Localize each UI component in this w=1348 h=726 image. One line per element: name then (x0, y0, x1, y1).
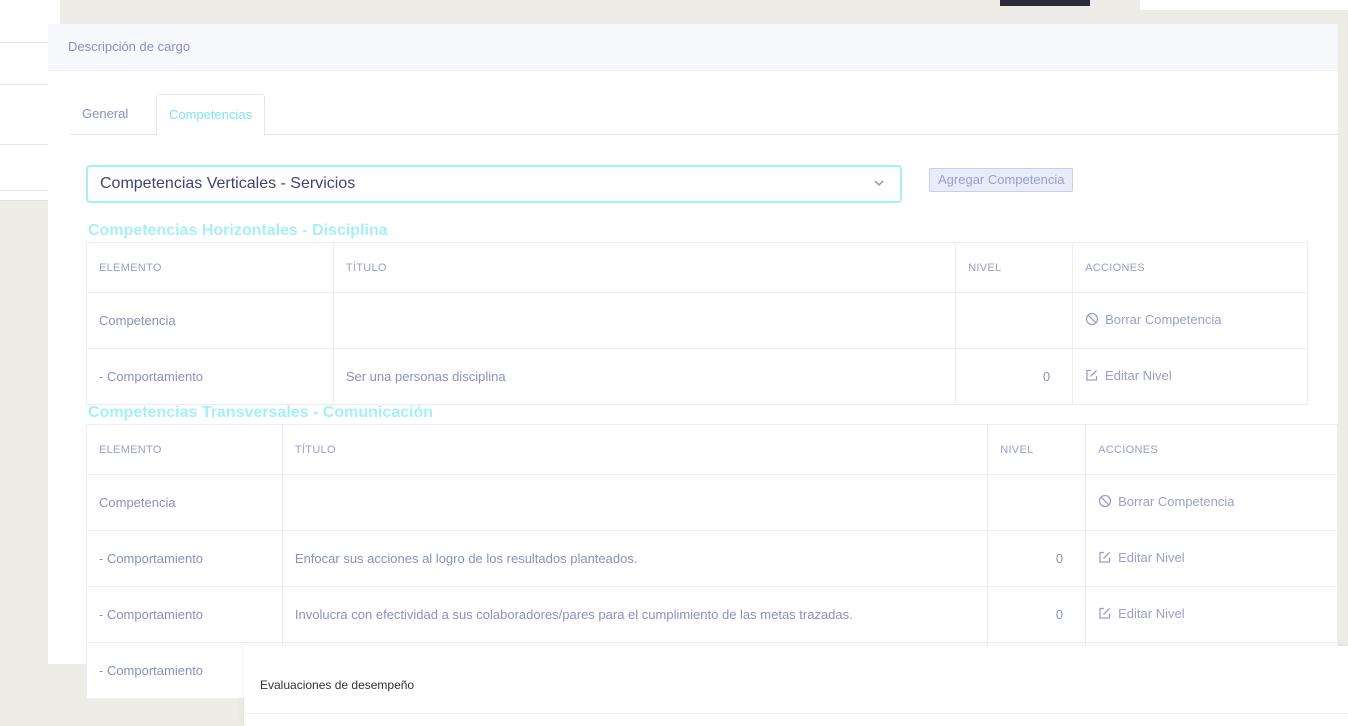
background-card (1140, 0, 1348, 10)
section-title: Competencias Transversales - Comunicació… (88, 404, 434, 421)
delete-competency-button[interactable]: Borrar Competencia (1098, 494, 1234, 509)
action-label: Editar Nivel (1105, 367, 1172, 383)
cell-elemento: Competencia (86, 292, 334, 349)
column-header: ELEMENTO (86, 242, 334, 293)
block-icon (1085, 313, 1099, 326)
cell-nivel: 0 (955, 348, 1074, 405)
cell-acciones: Editar Nivel (1072, 348, 1308, 405)
background-strip (1000, 0, 1090, 6)
section-title: Competencias Horizontales - Disciplina (88, 222, 388, 239)
table-row: Competencia Borrar Competencia (86, 292, 1308, 349)
job-description-panel: Descripción de cargo General Competencia… (48, 24, 1338, 699)
action-label: Editar Nivel (1118, 549, 1185, 565)
cell-nivel: 0 (987, 530, 1087, 587)
cell-elemento: - Comportamiento (86, 530, 283, 587)
add-competency-button[interactable]: Agregar Competencia (929, 168, 1074, 192)
cell-nivel (955, 292, 1074, 349)
cell-elemento: Competencia (86, 474, 283, 531)
card-title: Evaluaciones de desempeño (260, 678, 415, 692)
table-row: Competencia Borrar Competencia (86, 474, 1338, 531)
cell-titulo (332, 292, 957, 349)
cell-titulo: Involucra con efectividad a sus colabora… (281, 586, 989, 643)
panel-title: Descripción de cargo (48, 24, 1338, 71)
edit-icon (1086, 370, 1098, 381)
competency-select-value: Competencias Verticales - Servicios (100, 175, 356, 192)
column-header: TÍTULO (332, 242, 957, 293)
cell-acciones: Borrar Competencia (1085, 474, 1338, 531)
column-header: NIVEL (987, 424, 1087, 475)
cell-acciones: Borrar Competencia (1072, 292, 1308, 349)
table-row: - Comportamiento Ser una personas discip… (86, 348, 1308, 405)
competency-select[interactable]: Competencias Verticales - Servicios (86, 165, 902, 203)
performance-evaluations-card: Evaluaciones de desempeño (244, 646, 1348, 726)
action-label: Borrar Competencia (1105, 311, 1222, 327)
cell-titulo: Ser una personas disciplina (332, 348, 957, 405)
edit-icon (1099, 608, 1111, 619)
cell-titulo (281, 474, 989, 531)
column-header: NIVEL (955, 242, 1074, 293)
cell-elemento: - Comportamiento (86, 586, 283, 643)
cell-nivel (987, 474, 1087, 531)
table-row: - Comportamiento Enfocar sus acciones al… (86, 530, 1338, 587)
column-header: ACCIONES (1072, 242, 1308, 293)
divider (244, 713, 1348, 714)
table-header-row: ELEMENTO TÍTULO NIVEL ACCIONES (86, 424, 1338, 475)
cell-nivel: 0 (987, 586, 1087, 643)
delete-competency-button[interactable]: Borrar Competencia (1085, 312, 1221, 327)
edit-level-button[interactable]: Editar Nivel (1085, 367, 1172, 383)
tab-bar: General Competencias (70, 94, 1338, 136)
column-header: ACCIONES (1085, 424, 1338, 475)
tab-general[interactable]: General (70, 94, 140, 134)
cell-acciones: Editar Nivel (1085, 530, 1338, 587)
action-label: Editar Nivel (1118, 605, 1185, 621)
cell-elemento: - Comportamiento (86, 348, 334, 405)
column-header: TÍTULO (281, 424, 989, 475)
block-icon (1098, 495, 1112, 508)
cell-titulo: Enfocar sus acciones al logro de los res… (281, 530, 989, 587)
column-header: ELEMENTO (86, 424, 283, 475)
cell-acciones: Editar Nivel (1085, 586, 1338, 643)
competency-table: ELEMENTO TÍTULO NIVEL ACCIONES Competenc… (86, 242, 1308, 405)
table-header-row: ELEMENTO TÍTULO NIVEL ACCIONES (86, 242, 1308, 293)
edit-level-button[interactable]: Editar Nivel (1098, 549, 1185, 565)
edit-level-button[interactable]: Editar Nivel (1098, 605, 1185, 621)
action-label: Borrar Competencia (1118, 493, 1235, 509)
table-row: - Comportamiento Involucra con efectivid… (86, 586, 1338, 643)
tab-competencias[interactable]: Competencias (156, 94, 266, 136)
edit-icon (1099, 552, 1111, 563)
chevron-down-icon (874, 180, 884, 187)
